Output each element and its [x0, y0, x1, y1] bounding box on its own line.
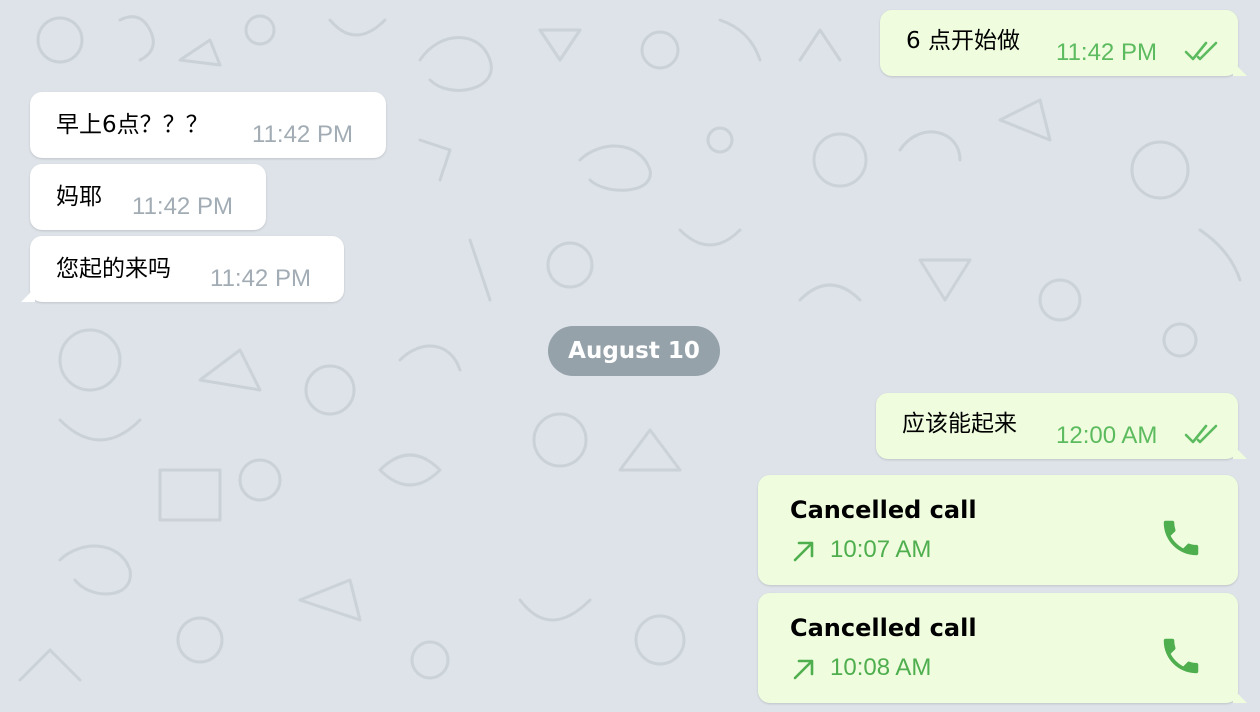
double-check-icon	[1184, 41, 1218, 61]
message-outgoing[interactable]: 应该能起来 12:00 AM	[876, 393, 1247, 459]
message-text: 应该能起来	[902, 411, 1017, 437]
message-time: 11:42 PM	[132, 193, 233, 220]
message-time: 11:42 PM	[252, 121, 353, 148]
phone-icon[interactable]	[1158, 633, 1204, 679]
message-time: 11:42 PM	[1056, 39, 1157, 66]
call-title: Cancelled call	[790, 614, 977, 642]
outgoing-arrow-icon	[793, 659, 814, 680]
message-text: 您起的来吗	[56, 256, 171, 282]
message-time: 12:00 AM	[1056, 422, 1158, 449]
message-time: 11:42 PM	[210, 265, 311, 292]
phone-icon[interactable]	[1158, 515, 1204, 561]
call-title: Cancelled call	[790, 496, 977, 524]
message-text: 妈耶	[56, 184, 102, 210]
date-separator: August 10	[548, 326, 720, 376]
message-text: 6 点开始做	[906, 28, 1020, 54]
message-incoming[interactable]: 您起的来吗 11:42 PM	[21, 236, 344, 302]
message-outgoing[interactable]: 6 点开始做 11:42 PM	[880, 10, 1247, 76]
message-text: 早上6点？？？	[56, 112, 209, 138]
call-message[interactable]: Cancelled call 10:07 AM	[758, 475, 1238, 585]
message-incoming[interactable]: 早上6点？？？ 11:42 PM	[30, 92, 386, 158]
call-time: 10:08 AM	[830, 654, 932, 681]
double-check-icon	[1184, 424, 1218, 444]
outgoing-arrow-icon	[793, 541, 814, 562]
call-message[interactable]: Cancelled call 10:08 AM	[758, 593, 1247, 703]
message-incoming[interactable]: 妈耶 11:42 PM	[30, 164, 266, 230]
call-time: 10:07 AM	[830, 536, 932, 563]
